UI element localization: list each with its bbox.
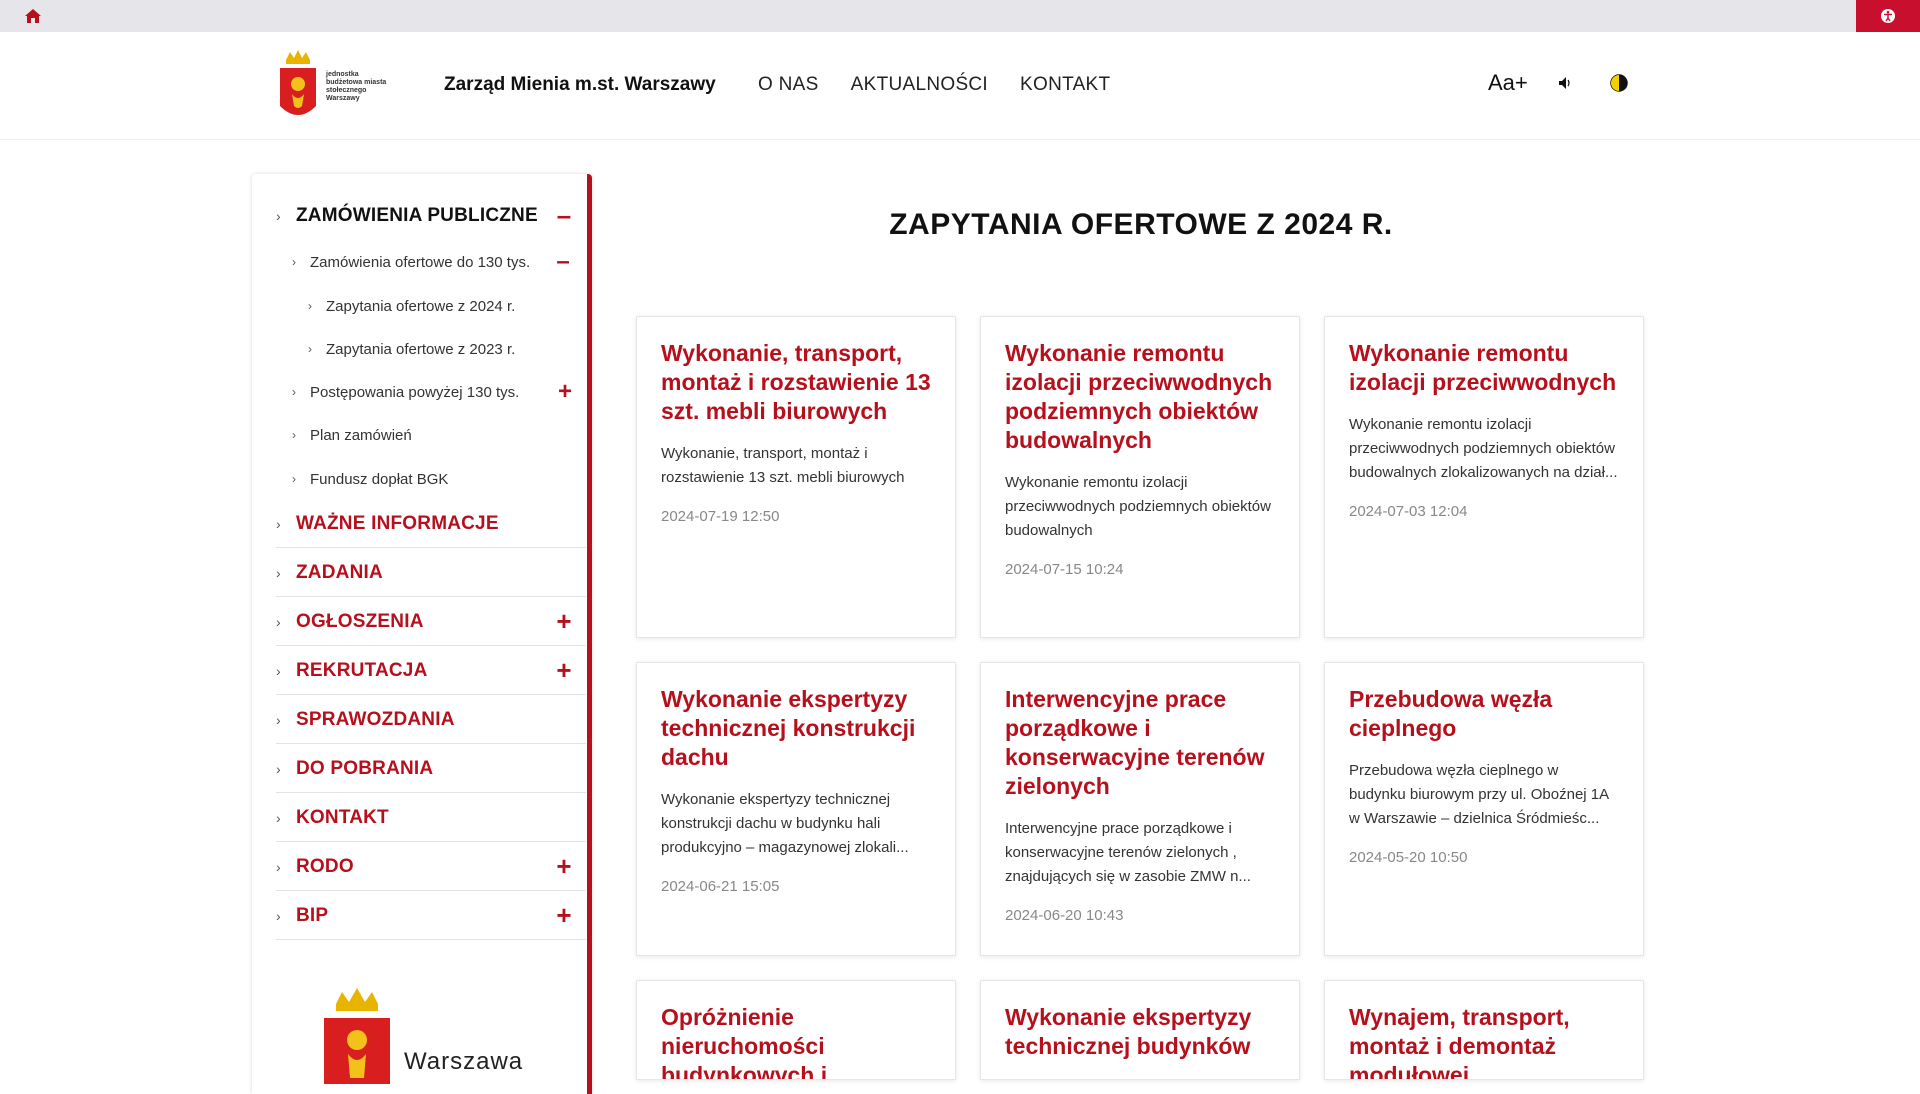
- card-desc: Wykonanie remontu izolacji przeciwwodnyc…: [1005, 474, 1271, 539]
- card-title[interactable]: Interwencyjne prace porządkowe i konserw…: [1005, 685, 1275, 801]
- chevron-right-icon: ›: [308, 342, 312, 356]
- card-8[interactable]: Wykonanie ekspertyzy technicznej budynkó…: [980, 980, 1300, 1080]
- home-icon[interactable]: [22, 6, 44, 26]
- card-7[interactable]: Opróżnienie nieruchomości budynkowych i: [636, 980, 956, 1080]
- chevron-right-icon: ›: [276, 515, 281, 532]
- chevron-right-icon: ›: [292, 428, 296, 442]
- sidebar-item-do-pobrania[interactable]: › DO POBRANIA: [276, 745, 586, 793]
- sidebar-item-bip[interactable]: › BIP +: [276, 892, 586, 940]
- sidebar-subitem-zamowienia-do-130[interactable]: › Zamówienia ofertowe do 130 tys. –: [292, 242, 574, 282]
- expand-icon[interactable]: +: [552, 608, 576, 634]
- card-title[interactable]: Wykonanie ekspertyzy technicznej konstru…: [661, 685, 931, 772]
- card-title[interactable]: Wykonanie, transport, montaż i rozstawie…: [661, 339, 931, 426]
- sidebar-item-sprawozdania[interactable]: › SPRAWOZDANIA: [276, 696, 586, 744]
- card-desc: Wykonanie remontu izolacji przeciwwodnyc…: [1349, 416, 1618, 481]
- card-desc: Interwencyjne prace porządkowe i konserw…: [1005, 820, 1251, 885]
- card-3[interactable]: Wykonanie remontu izolacji przeciwwodnyc…: [1324, 316, 1644, 638]
- nav-o-nas[interactable]: O NAS: [758, 74, 819, 96]
- nav-aktualnosci[interactable]: AKTUALNOŚCI: [851, 74, 988, 96]
- accessibility-tools: Aa+: [1488, 70, 1630, 96]
- chevron-right-icon: ›: [308, 299, 312, 313]
- contrast-icon[interactable]: [1608, 72, 1630, 94]
- chevron-right-icon: ›: [276, 564, 281, 581]
- card-date: 2024-07-15 10:24: [1005, 561, 1124, 578]
- card-title[interactable]: Wykonanie remontu izolacji przeciwwodnyc…: [1005, 339, 1275, 455]
- sidebar-subitem-zapytania-2024[interactable]: › Zapytania ofertowe z 2024 r.: [308, 286, 515, 326]
- sidebar-menu: › ZAMÓWIENIA PUBLICZNE – › Zamówienia of…: [252, 174, 592, 1094]
- logo-caption: jednostka budżetowa miasta stołecznego W…: [326, 71, 387, 102]
- chevron-right-icon: ›: [292, 472, 296, 486]
- sidebar-subitem-plan-zamowien[interactable]: › Plan zamówień: [292, 415, 412, 455]
- page-title: ZAPYTANIA OFERTOWE Z 2024 R.: [889, 208, 1393, 241]
- sidebar-item-rodo[interactable]: › RODO +: [276, 843, 586, 891]
- card-date: 2024-06-21 15:05: [661, 878, 780, 895]
- card-date: 2024-07-19 12:50: [661, 508, 780, 525]
- sidebar-item-zamowienia-publiczne[interactable]: › ZAMÓWIENIA PUBLICZNE –: [276, 192, 586, 240]
- top-utility-bar: [0, 0, 1920, 32]
- chevron-right-icon: ›: [276, 858, 281, 875]
- sidebar-item-zadania[interactable]: › ZADANIA: [276, 549, 586, 597]
- accessibility-icon[interactable]: [1856, 0, 1920, 32]
- warsaw-crest-icon: [324, 988, 390, 1084]
- chevron-right-icon: ›: [292, 255, 296, 269]
- collapse-icon[interactable]: –: [552, 248, 574, 275]
- chevron-right-icon: ›: [276, 208, 281, 224]
- card-title[interactable]: Opróżnienie nieruchomości budynkowych i: [661, 1003, 931, 1079]
- card-4[interactable]: Wykonanie ekspertyzy technicznej konstru…: [636, 662, 956, 956]
- site-logo[interactable]: jednostka budżetowa miasta stołecznego W…: [276, 50, 418, 124]
- card-desc: Wykonanie ekspertyzy technicznej konstru…: [661, 791, 909, 856]
- card-1[interactable]: Wykonanie, transport, montaż i rozstawie…: [636, 316, 956, 638]
- collapse-icon[interactable]: –: [552, 202, 576, 228]
- sidebar-subitem-postepowania[interactable]: › Postępowania powyżej 130 tys. +: [292, 372, 576, 412]
- chevron-right-icon: ›: [276, 809, 281, 826]
- card-desc: Przebudowa węzła cieplnego w budynku biu…: [1349, 762, 1609, 827]
- chevron-right-icon: ›: [276, 907, 281, 924]
- card-date: 2024-07-03 12:04: [1349, 503, 1468, 520]
- card-6[interactable]: Przebudowa węzła cieplnego Przebudowa wę…: [1324, 662, 1644, 956]
- card-5[interactable]: Interwencyjne prace porządkowe i konserw…: [980, 662, 1300, 956]
- card-date: 2024-06-20 10:43: [1005, 907, 1124, 924]
- main-nav: O NAS AKTUALNOŚCI KONTAKT: [758, 74, 1110, 96]
- card-title[interactable]: Przebudowa węzła cieplnego: [1349, 685, 1619, 743]
- site-header: jednostka budżetowa miasta stołecznego W…: [0, 32, 1920, 140]
- nav-kontakt[interactable]: KONTAKT: [1020, 74, 1110, 96]
- chevron-right-icon: ›: [276, 711, 281, 728]
- expand-icon[interactable]: +: [552, 853, 576, 879]
- expand-icon[interactable]: +: [552, 657, 576, 683]
- card-2[interactable]: Wykonanie remontu izolacji przeciwwodnyc…: [980, 316, 1300, 638]
- speaker-icon[interactable]: [1554, 72, 1576, 94]
- card-date: 2024-05-20 10:50: [1349, 849, 1468, 866]
- chevron-right-icon: ›: [276, 662, 281, 679]
- warsaw-label: Warszawa: [404, 1048, 524, 1075]
- sidebar-item-wazne-informacje[interactable]: › WAŻNE INFORMACJE: [276, 500, 586, 548]
- site-name-link[interactable]: Zarząd Mienia m.st. Warszawy: [444, 74, 716, 96]
- sidebar-subitem-zapytania-2023[interactable]: › Zapytania ofertowe z 2023 r.: [308, 329, 515, 369]
- chevron-right-icon: ›: [276, 760, 281, 777]
- crest-icon: [280, 50, 316, 115]
- sidebar-item-rekrutacja[interactable]: › REKRUTACJA +: [276, 647, 586, 695]
- card-title[interactable]: Wykonanie remontu izolacji przeciwwodnyc…: [1349, 339, 1619, 397]
- card-title[interactable]: Wykonanie ekspertyzy technicznej budynkó…: [1005, 1003, 1275, 1061]
- expand-icon[interactable]: +: [554, 378, 576, 405]
- card-desc: Wykonanie, transport, montaż i rozstawie…: [661, 445, 905, 486]
- font-size-button[interactable]: Aa+: [1488, 70, 1528, 96]
- sidebar-item-kontakt[interactable]: › KONTAKT: [276, 794, 586, 842]
- chevron-right-icon: ›: [292, 385, 296, 399]
- sidebar-subitem-fundusz-bgk[interactable]: › Fundusz dopłat BGK: [292, 459, 448, 499]
- warsaw-logo[interactable]: Warszawa: [322, 988, 523, 1084]
- expand-icon[interactable]: +: [552, 902, 576, 928]
- card-title[interactable]: Wynajem, transport, montaż i demontaż mo…: [1349, 1003, 1619, 1079]
- sidebar-item-ogloszenia[interactable]: › OGŁOSZENIA +: [276, 598, 586, 646]
- chevron-right-icon: ›: [276, 613, 281, 630]
- card-9[interactable]: Wynajem, transport, montaż i demontaż mo…: [1324, 980, 1644, 1080]
